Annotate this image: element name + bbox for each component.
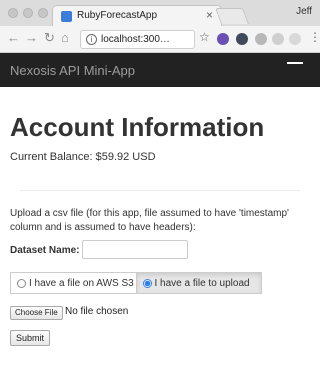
app-navbar: Nexosis API Mini-App [0,53,320,87]
menu-kebab-icon[interactable]: ⋮ [309,30,320,44]
no-file-chosen-text: No file chosen [65,306,129,317]
info-icon[interactable]: i [86,34,97,45]
forward-icon[interactable]: → [25,30,38,45]
navbar-brand[interactable]: Nexosis API Mini-App [10,63,135,78]
aws-s3-option[interactable]: I have a file on AWS S3 [10,272,137,294]
upload-file-radio[interactable] [142,278,152,288]
upload-file-option-label: I have a file to upload [154,277,250,289]
dataset-name-label: Dataset Name: [10,245,80,256]
extension-icon[interactable] [289,33,301,45]
bookmark-star-icon[interactable]: ☆ [199,30,210,44]
window-controls [8,8,48,18]
minimize-window-button[interactable] [23,8,33,18]
favicon-icon [61,11,72,22]
dataset-name-input[interactable] [82,240,188,259]
upload-file-option[interactable]: I have a file to upload [136,272,262,294]
page-title: Account Information [10,112,265,142]
extension-icon[interactable] [217,33,229,45]
aws-s3-radio[interactable] [17,278,26,288]
tab-close-icon[interactable]: × [206,8,213,22]
browser-toolbar: ← → ↻ ⌂ i localhost:300… ☆ ⋮ [0,26,320,53]
address-bar[interactable]: i localhost:300… [80,30,195,49]
browser-titlebar: RubyForecastApp × Jeff [0,0,320,27]
upload-instructions: Upload a csv file (for this app, file as… [10,208,289,233]
choose-file-button[interactable]: Choose File [10,306,63,320]
home-icon[interactable]: ⌂ [61,30,69,45]
extension-icon[interactable] [255,33,267,45]
reload-icon[interactable]: ↻ [44,30,55,46]
profile-name[interactable]: Jeff [296,6,312,17]
divider [20,190,300,191]
new-tab-button[interactable] [215,8,249,24]
current-balance: Current Balance: $59.92 USD [10,151,156,163]
extension-icon[interactable] [272,33,284,45]
url-text[interactable]: localhost:300… [101,34,170,45]
maximize-window-button[interactable] [38,8,48,18]
browser-tab[interactable]: RubyForecastApp × [52,5,222,27]
back-icon[interactable]: ← [7,30,20,45]
hamburger-menu-icon[interactable] [287,62,303,64]
close-window-button[interactable] [8,8,18,18]
file-source-toggle: I have a file on AWS S3 I have a file to… [10,272,262,294]
aws-s3-option-label: I have a file on AWS S3 [29,277,134,289]
tab-title: RubyForecastApp [77,10,158,21]
extension-icon[interactable] [236,33,248,45]
submit-button[interactable]: Submit [10,330,51,346]
